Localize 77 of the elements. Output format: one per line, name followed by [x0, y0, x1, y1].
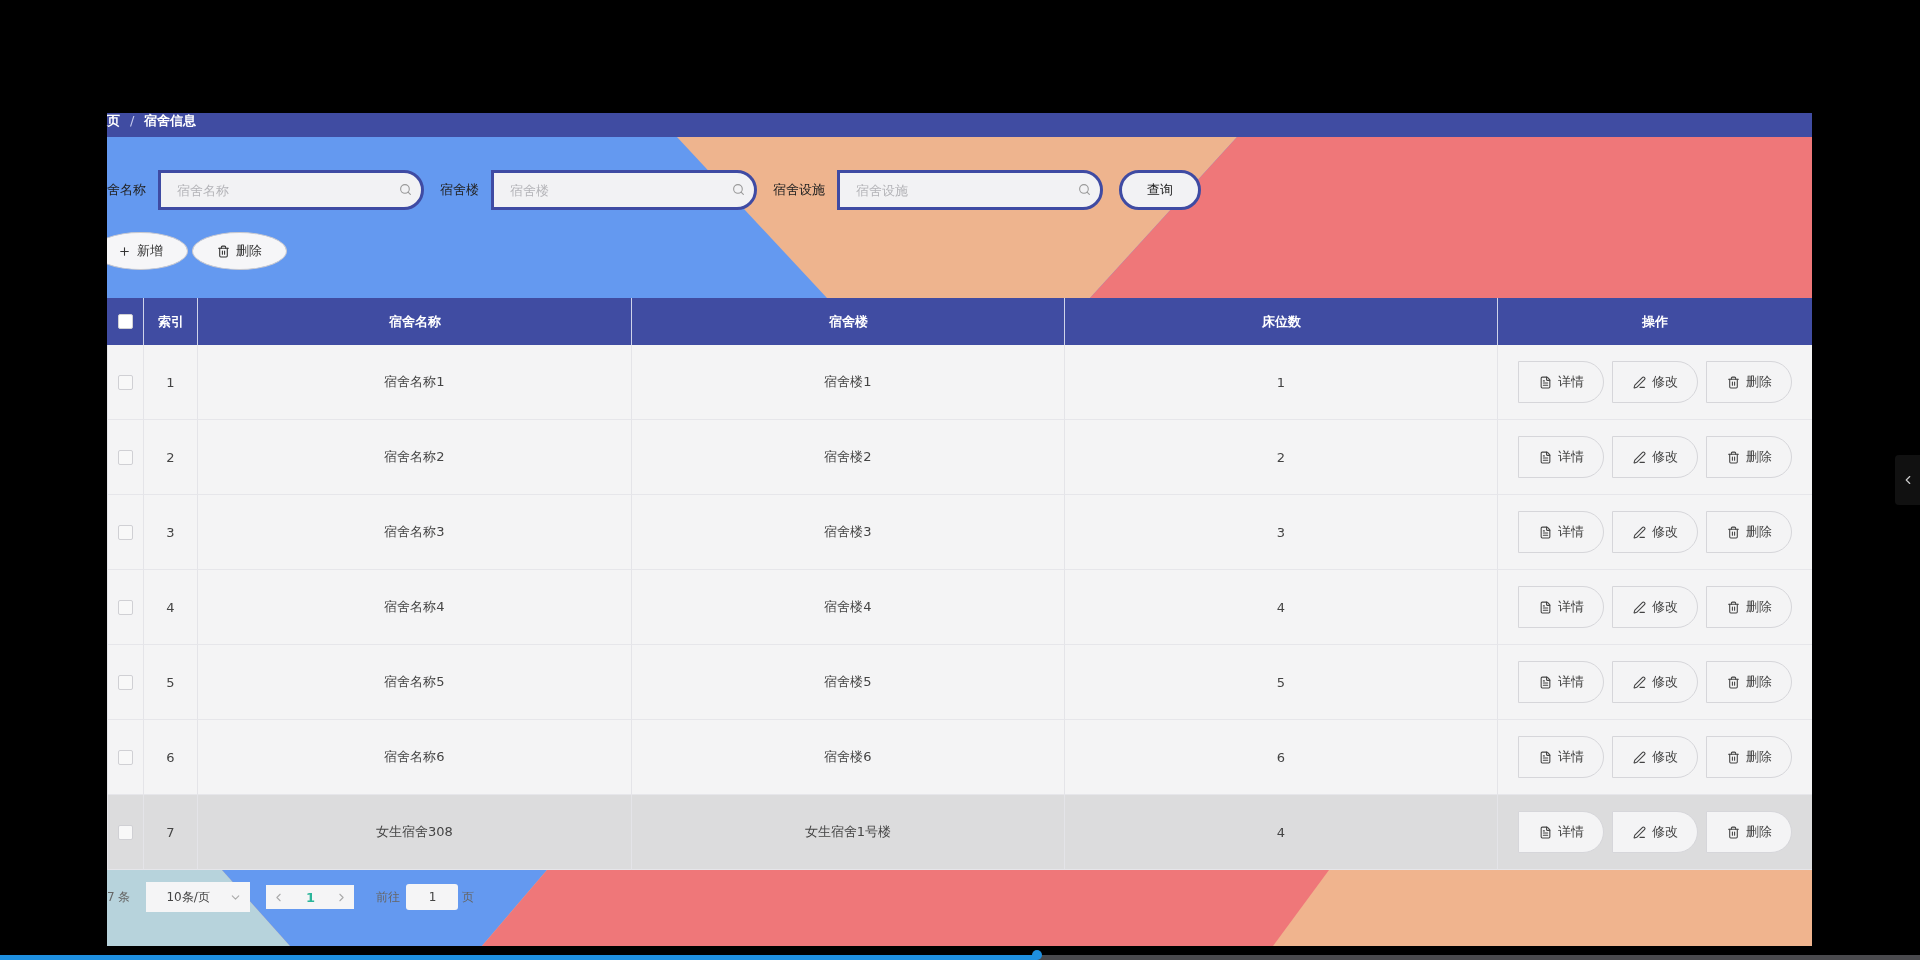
document-icon — [1538, 450, 1552, 464]
trash-icon — [1726, 675, 1740, 689]
row-checkbox[interactable] — [118, 524, 133, 540]
edit-button[interactable]: 修改 — [1612, 661, 1698, 703]
column-header: 索引 — [143, 298, 197, 345]
page-size-select[interactable]: 10条/页 — [146, 882, 251, 912]
trash-icon — [1726, 750, 1740, 764]
search-icon — [1078, 183, 1091, 196]
column-header: 床位数 — [1064, 298, 1497, 345]
field-label: 宿舍楼 — [440, 181, 479, 199]
trash-icon — [217, 244, 230, 258]
pen-icon — [1632, 375, 1646, 389]
detail-button[interactable]: 详情 — [1518, 511, 1604, 553]
pen-icon — [1632, 600, 1646, 614]
progress-handle[interactable] — [1031, 950, 1042, 960]
trash-icon — [1726, 375, 1740, 389]
document-icon — [1538, 525, 1552, 539]
field-label: 宿舍设施 — [773, 181, 825, 199]
edit-button[interactable]: 修改 — [1612, 511, 1698, 553]
goto-page-field[interactable]: 1 — [406, 884, 459, 910]
pen-icon — [1632, 675, 1646, 689]
delete-button[interactable]: 删除 — [1706, 586, 1792, 628]
trash-icon — [1726, 450, 1740, 464]
row-checkbox[interactable] — [118, 599, 133, 615]
delete-button[interactable]: 删除 — [1706, 361, 1792, 403]
search-icon — [732, 183, 745, 196]
delete-button[interactable]: 删除 — [1706, 811, 1792, 853]
row-checkbox[interactable] — [118, 374, 133, 390]
trash-icon — [1726, 525, 1740, 539]
document-icon — [1538, 600, 1552, 614]
column-header: 宿舍名称 — [197, 298, 631, 345]
pen-icon — [1632, 750, 1646, 764]
search-field[interactable]: 宿舍名称 — [158, 170, 424, 210]
delete-button[interactable]: 删除 — [1706, 436, 1792, 478]
row-checkbox[interactable] — [118, 824, 133, 840]
row-checkbox[interactable] — [118, 749, 133, 765]
column-header: 操作 — [1497, 298, 1812, 345]
row-checkbox[interactable] — [118, 449, 133, 465]
pen-icon — [1632, 825, 1646, 839]
delete-button[interactable]: 删除 — [1706, 511, 1792, 553]
detail-button[interactable]: 详情 — [1518, 361, 1604, 403]
select-all-checkbox[interactable] — [117, 314, 133, 329]
search-field[interactable]: 宿舍楼 — [491, 170, 757, 210]
edit-button[interactable]: 修改 — [1612, 436, 1698, 478]
column-header: 宿舍楼 — [631, 298, 1064, 345]
delete-button[interactable]: 删除 — [1706, 661, 1792, 703]
document-icon — [1538, 675, 1552, 689]
breadcrumb-item[interactable]: 页 — [107, 113, 120, 128]
detail-button[interactable]: 详情 — [1518, 436, 1604, 478]
document-icon — [1538, 375, 1552, 389]
delete-button[interactable]: 删除 — [1706, 736, 1792, 778]
search-field[interactable]: 宿舍设施 — [837, 170, 1103, 210]
row-checkbox[interactable] — [118, 674, 133, 690]
document-icon — [1538, 750, 1552, 764]
detail-button[interactable]: 详情 — [1518, 811, 1604, 853]
goto-label: 前往 — [376, 888, 401, 906]
breadcrumb-item[interactable]: 宿舍信息 — [144, 113, 197, 128]
trash-icon — [1726, 600, 1740, 614]
detail-button[interactable]: 详情 — [1518, 586, 1604, 628]
edit-button[interactable]: 修改 — [1612, 586, 1698, 628]
document-icon — [1538, 825, 1552, 839]
detail-button[interactable]: 详情 — [1518, 736, 1604, 778]
pen-icon — [1632, 525, 1646, 539]
breadcrumb-separator: / — [130, 113, 135, 128]
plus-icon — [118, 244, 131, 258]
edit-button[interactable]: 修改 — [1612, 736, 1698, 778]
trash-icon — [1726, 825, 1740, 839]
field-label: 舍名称 — [107, 181, 146, 199]
collapse-tab[interactable] — [1895, 455, 1920, 505]
search-icon — [399, 183, 412, 196]
detail-button[interactable]: 详情 — [1518, 661, 1604, 703]
edit-button[interactable]: 修改 — [1612, 811, 1698, 853]
pen-icon — [1632, 450, 1646, 464]
edit-button[interactable]: 修改 — [1612, 361, 1698, 403]
total-count: 7 条 — [107, 888, 131, 906]
query-button[interactable]: 查询 — [1119, 170, 1201, 210]
page-unit: 页 — [462, 888, 475, 906]
